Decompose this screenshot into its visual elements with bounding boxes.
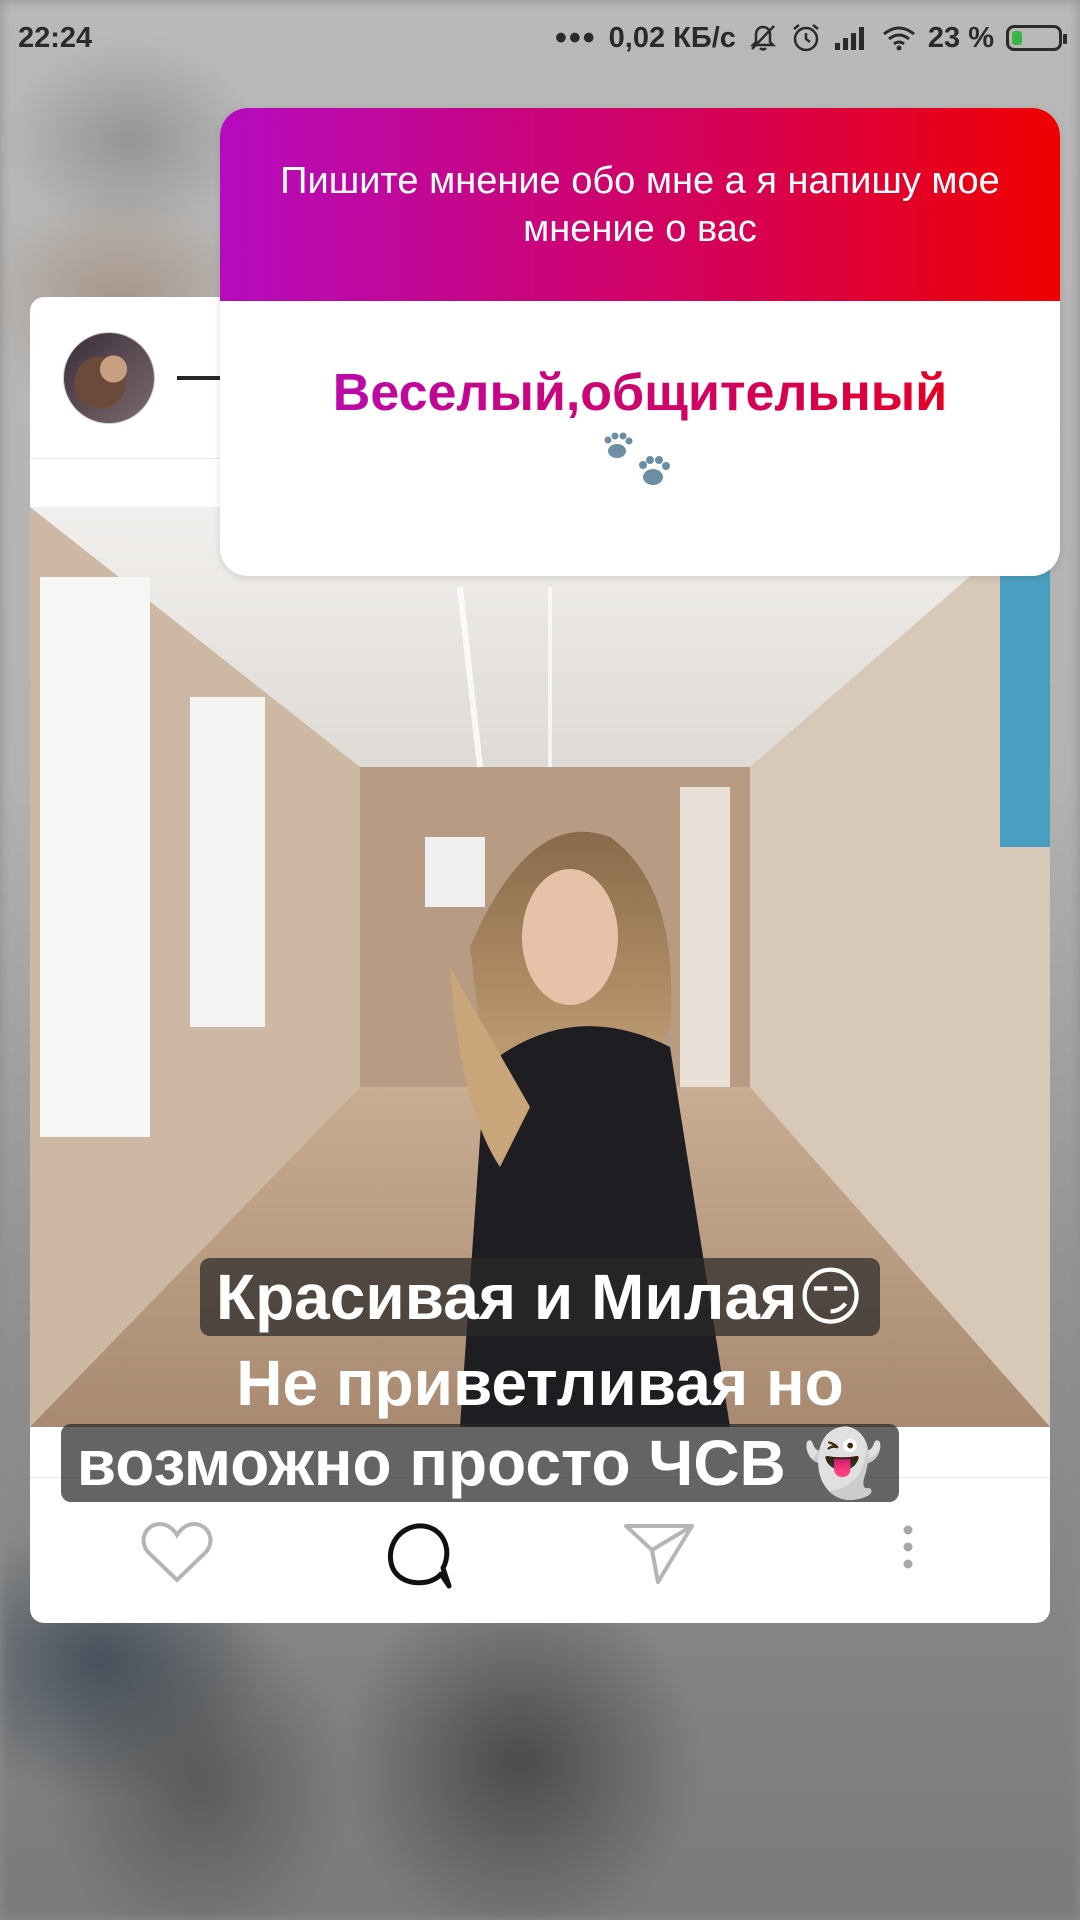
caption-line-2-wrap: Не приветливая но [0, 1344, 1080, 1422]
battery-icon [1006, 25, 1067, 51]
caption-line-1: Красивая и Милая😏 [200, 1258, 880, 1336]
paw-prints-icon [220, 431, 1060, 500]
signal-icon [834, 25, 870, 51]
status-indicators: ••• 0,02 КБ/с 23 % [554, 19, 1067, 57]
answer-text: Веселый,общительный [220, 363, 1060, 423]
question-sticker[interactable]: Пишите мнение обо мне а я напишу мое мне… [220, 108, 1060, 576]
status-time: 22:24 [18, 21, 93, 54]
battery-percent: 23 % [927, 21, 994, 54]
battery-level [1012, 31, 1022, 45]
network-speed: 0,02 КБ/с [608, 21, 736, 54]
heart-icon[interactable] [140, 1520, 214, 1589]
share-icon[interactable] [622, 1520, 696, 1591]
question-text: Пишите мнение обо мне а я напишу мое мне… [220, 108, 1060, 301]
answer-block: Веселый,общительный [220, 301, 1060, 500]
avatar[interactable] [63, 331, 155, 424]
comment-icon[interactable] [383, 1520, 453, 1595]
mute-icon [748, 23, 778, 53]
wifi-icon [882, 25, 916, 51]
alarm-icon [790, 22, 822, 54]
caption-line-3: возможно просто ЧСВ 👻 [60, 1424, 900, 1502]
more-icon[interactable] [900, 1520, 916, 1579]
status-bar: 22:24 ••• 0,02 КБ/с 23 % [0, 0, 1080, 76]
notification-dots: ••• [554, 19, 597, 57]
caption-line-1-wrap: Красивая и Милая😏 [0, 1258, 1080, 1336]
caption-line-3-wrap: возможно просто ЧСВ 👻 [0, 1424, 1020, 1502]
username-placeholder [177, 375, 221, 380]
caption-line-2: Не приветливая но [236, 1347, 844, 1419]
